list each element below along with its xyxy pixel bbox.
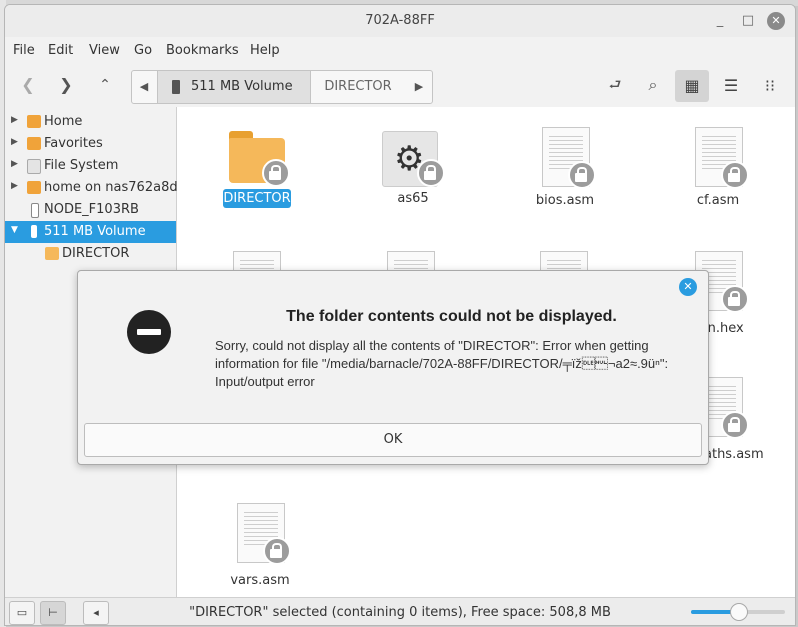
file-item-as65[interactable]: ⚙ as65 (365, 127, 461, 217)
expand-icon[interactable]: ▶ (11, 159, 18, 169)
status-bar: "DIRECTOR" selected (containing 0 items)… (5, 597, 795, 625)
file-name: as65 (397, 191, 429, 206)
title-bar: 702A-88FF _ □ ✕ (5, 5, 795, 37)
sidebar-item-network-share[interactable]: ▶ home on nas762a8d.l (5, 177, 185, 199)
path-bar: ◀ 511 MB Volume DIRECTOR ▶ (131, 70, 433, 104)
maximize-icon[interactable]: □ (739, 12, 757, 30)
places-toggle-icon[interactable]: ▭ (9, 601, 35, 625)
file-name: aths.asm (704, 447, 764, 462)
sidebar-item-home[interactable]: ▶ Home (5, 111, 176, 133)
sidebar-item-label: NODE_F103RB (44, 202, 139, 217)
sidebar-item-node[interactable]: NODE_F103RB (5, 199, 176, 221)
sidebar-item-label: Favorites (44, 136, 103, 151)
file-item-vars[interactable]: vars.asm (212, 503, 308, 593)
star-icon (27, 137, 41, 150)
sidebar-item-label: File System (44, 158, 119, 173)
lock-icon (721, 161, 749, 189)
filesystem-icon (27, 159, 41, 174)
folder-icon (45, 247, 59, 260)
sidebar-item-director[interactable]: DIRECTOR (5, 243, 176, 265)
compact-view-icon[interactable]: ⁝⁝ (753, 70, 787, 102)
file-item-director[interactable]: DIRECTOR (209, 127, 305, 217)
menu-view[interactable]: View (89, 43, 120, 58)
search-icon[interactable]: ⌕ (638, 70, 668, 100)
toolbar: ❮ ❯ ⌃ ◀ 511 MB Volume DIRECTOR ▶ ⮐ ⌕ ▦ ☰… (5, 67, 795, 107)
file-name: in.hex (704, 321, 744, 336)
minimize-icon[interactable]: _ (711, 12, 729, 30)
menu-bookmarks[interactable]: Bookmarks (166, 43, 239, 58)
error-dialog: ✕ The folder contents could not be displ… (77, 270, 709, 465)
zoom-slider-knob[interactable] (730, 603, 748, 621)
status-text: "DIRECTOR" selected (containing 0 items)… (189, 605, 611, 620)
menu-edit[interactable]: Edit (48, 43, 73, 58)
sidebar-item-label: Home (44, 114, 83, 129)
home-icon (27, 115, 41, 128)
lock-icon (263, 537, 291, 565)
lock-icon (721, 285, 749, 313)
expand-icon[interactable]: ▶ (11, 137, 18, 147)
close-icon[interactable]: ✕ (767, 12, 785, 30)
forward-icon[interactable]: ❯ (51, 70, 81, 100)
location-toggle-icon[interactable]: ⮐ (600, 70, 630, 100)
file-name: vars.asm (230, 573, 290, 588)
file-name: bios.asm (535, 193, 595, 208)
lock-icon (262, 159, 290, 187)
file-item-cf[interactable]: cf.asm (670, 127, 766, 217)
menu-file[interactable]: File (13, 43, 35, 58)
lock-icon (721, 411, 749, 439)
menu-bar: File Edit View Go Bookmarks Help (5, 39, 795, 63)
error-icon (127, 310, 171, 354)
path-left-arrow-icon[interactable]: ◀ (132, 71, 156, 103)
close-icon[interactable]: ✕ (679, 278, 697, 296)
sidebar-item-favorites[interactable]: ▶ Favorites (5, 133, 176, 155)
back-icon[interactable]: ❮ (13, 70, 43, 100)
lock-icon (417, 159, 445, 187)
path-segment-label: 511 MB Volume (191, 79, 293, 94)
sidebar-item-label: home on nas762a8d.l (44, 180, 186, 195)
expand-icon[interactable]: ▶ (11, 181, 18, 191)
ok-button[interactable]: OK (84, 423, 702, 457)
network-share-icon (27, 181, 41, 194)
sidebar-item-label: 511 MB Volume (44, 224, 146, 239)
up-icon[interactable]: ⌃ (90, 70, 120, 100)
drive-icon (31, 203, 39, 218)
path-segment-director[interactable]: DIRECTOR (310, 71, 406, 103)
path-right-arrow-icon[interactable]: ▶ (407, 71, 431, 103)
window-title: 702A-88FF (365, 13, 435, 28)
dialog-heading: The folder contents could not be display… (286, 308, 617, 325)
menu-go[interactable]: Go (134, 43, 152, 58)
dialog-message: Sorry, could not display all the content… (215, 338, 669, 389)
icon-view-icon[interactable]: ▦ (675, 70, 709, 102)
drive-icon (31, 225, 37, 238)
lock-icon (568, 161, 596, 189)
sidebar-toggle-icon[interactable]: ◂ (83, 601, 109, 625)
file-item-bios[interactable]: bios.asm (517, 127, 613, 217)
zoom-slider[interactable] (691, 603, 785, 621)
tree-toggle-icon[interactable]: ⊢ (40, 601, 66, 625)
sidebar-item-volume[interactable]: ▼ 511 MB Volume (5, 221, 176, 243)
sidebar-item-label: DIRECTOR (62, 246, 130, 261)
drive-icon (172, 80, 180, 94)
path-segment-volume[interactable]: 511 MB Volume (157, 71, 311, 103)
collapse-icon[interactable]: ▼ (11, 225, 18, 235)
menu-help[interactable]: Help (250, 43, 280, 58)
file-name: cf.asm (696, 193, 740, 208)
sidebar-item-file-system[interactable]: ▶ File System (5, 155, 176, 177)
expand-icon[interactable]: ▶ (11, 115, 18, 125)
file-name: DIRECTOR (223, 189, 291, 208)
list-view-icon[interactable]: ☰ (714, 70, 748, 102)
